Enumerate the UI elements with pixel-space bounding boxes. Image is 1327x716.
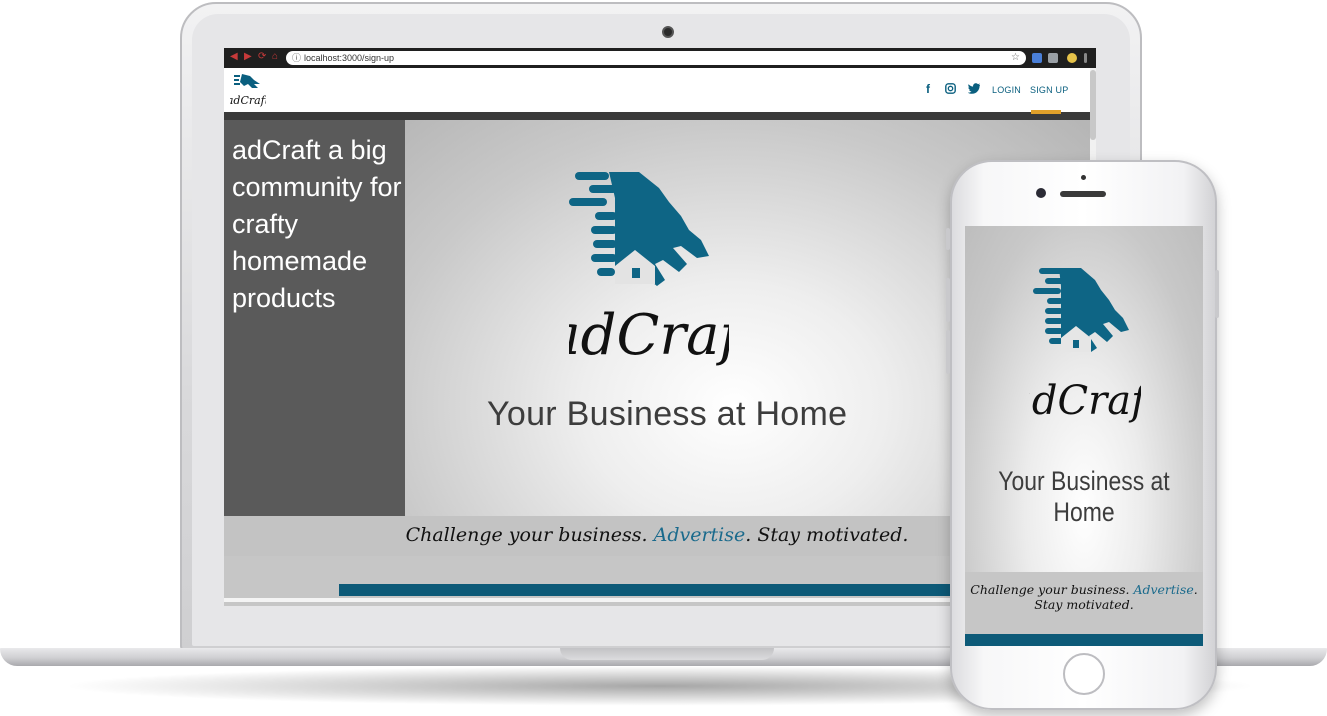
phone-slogan-part1: Challenge your business. [970, 582, 1134, 597]
back-icon[interactable]: ◀ [230, 52, 240, 62]
forward-icon[interactable]: ▶ [244, 52, 254, 62]
twitter-icon[interactable] [968, 83, 980, 94]
phone-slogan-accent: Advertise [1133, 582, 1194, 597]
home-icon[interactable]: ⌂ [272, 52, 282, 62]
profile-avatar[interactable] [1067, 53, 1077, 63]
brand-logo[interactable]: adCraft [230, 70, 266, 110]
extension-icon[interactable] [1032, 53, 1042, 63]
logo-wordmark: adCraft [569, 303, 729, 368]
menu-icon[interactable] [1084, 53, 1087, 63]
phone-brand-stripe [965, 634, 1203, 646]
laptop-camera [662, 26, 674, 38]
phone-speaker [1060, 191, 1106, 197]
phone-sensor [1081, 175, 1086, 180]
bookmark-star-icon[interactable]: ☆ [1011, 52, 1020, 64]
instagram-icon[interactable] [945, 83, 956, 94]
adcraft-logo: adCraft [569, 172, 729, 368]
site-navbar: adCraft f LOGIN SIGN UP [224, 68, 1090, 112]
phone-front-camera [1036, 188, 1046, 198]
scrollbar-thumb[interactable] [1090, 70, 1096, 140]
url-text: localhost:3000/sign-up [304, 53, 395, 63]
facebook-icon[interactable]: f [926, 82, 930, 96]
phone-screen: adCraft Your Business at Home Challenge … [965, 226, 1203, 646]
phone-volume-down-button [946, 330, 950, 374]
hero-tagline: Your Business at Home [487, 395, 848, 433]
phone-house-hand-icon [1033, 268, 1129, 352]
login-link[interactable]: LOGIN [992, 85, 1021, 95]
slogan-part2: . Stay motivated. [745, 524, 909, 546]
house-hand-icon [569, 172, 709, 286]
browser-toolbar: ◀ ▶ ⟳ ⌂ ⓘ localhost:3000/sign-up ☆ [224, 48, 1096, 68]
phone-mute-button [946, 228, 950, 250]
brand-wordmark: adCraft [230, 94, 266, 107]
laptop-notch [560, 648, 774, 660]
phone-home-button[interactable] [1063, 653, 1105, 695]
phone-slogan: Challenge your business. Advertise. Stay… [965, 582, 1203, 612]
community-description: adCraft a big community for crafty homem… [232, 135, 402, 313]
phone-tagline: Your Business at Home [998, 466, 1170, 527]
signup-link[interactable]: SIGN UP [1030, 85, 1068, 95]
reload-icon[interactable]: ⟳ [258, 52, 268, 62]
nav-divider [224, 112, 1090, 120]
slogan-accent: Advertise [653, 524, 746, 546]
extension-icon[interactable] [1048, 53, 1058, 63]
slogan-part1: Challenge your business. [405, 524, 654, 546]
hero-sidebar: adCraft a big community for crafty homem… [224, 120, 405, 516]
phone-volume-up-button [946, 278, 950, 322]
phone-slogan-bar: Challenge your business. Advertise. Stay… [965, 572, 1203, 634]
info-icon[interactable]: ⓘ [292, 52, 301, 64]
active-nav-indicator [1031, 110, 1061, 114]
address-bar[interactable]: ⓘ localhost:3000/sign-up ☆ [286, 51, 1026, 65]
phone-adcraft-logo: adCraft [1029, 268, 1141, 424]
phone-logo-wordmark: adCraft [1029, 378, 1141, 424]
phone-power-button [1215, 270, 1219, 318]
